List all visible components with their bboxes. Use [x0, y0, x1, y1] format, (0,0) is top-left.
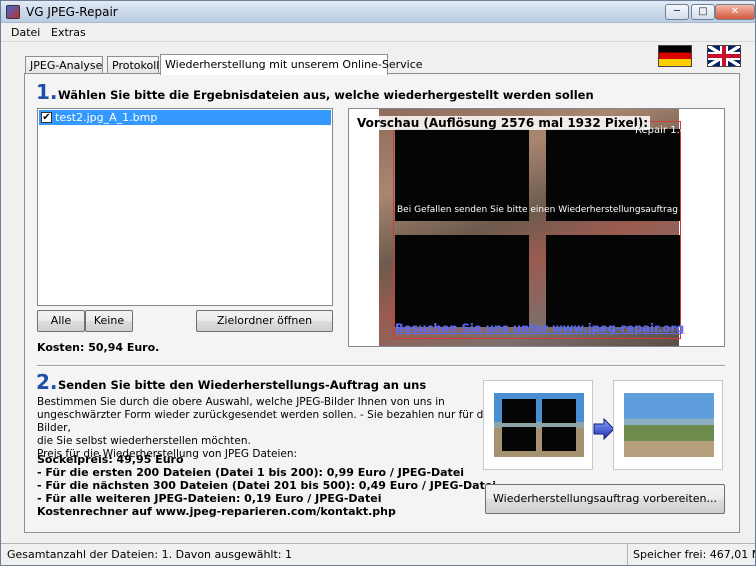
file-name: test2.jpg_A_1.bmp — [55, 111, 158, 124]
prepare-order-button[interactable]: Wiederherstellungsauftrag vorbereiten... — [485, 484, 725, 514]
app-icon — [6, 5, 20, 19]
restoration-panel: 1. Wählen Sie bitte die Ergebnisdateien … — [24, 73, 740, 533]
preview-pane: Vorschau (Auflösung 2576 mal 1932 Pixel)… — [348, 108, 725, 347]
menu-datei[interactable]: Datei — [11, 26, 40, 39]
open-target-folder-button[interactable]: Zielordner öffnen — [196, 310, 333, 332]
preview-title: Vorschau (Auflösung 2576 mal 1932 Pixel)… — [355, 116, 651, 130]
price-line: - Für alle weiteren JPEG-Dateien: 0,19 E… — [37, 492, 382, 505]
preview-frame — [393, 121, 681, 339]
tab-jpeg-analyse[interactable]: JPEG-Analyse — [25, 56, 103, 74]
title-bar[interactable]: VG JPEG-Repair ─ □ ✕ — [1, 1, 755, 23]
preview-overlay-version: Repair 1.4. — [635, 125, 690, 136]
file-checkbox[interactable]: ✔ — [41, 112, 52, 123]
uk-flag-icon[interactable] — [707, 45, 741, 67]
status-free-memory: Speicher frei: 467,01 MB — [633, 548, 756, 561]
before-thumbnail — [483, 380, 593, 470]
section-divider — [37, 365, 725, 367]
after-thumbnail — [613, 380, 723, 470]
step2-description: Bestimmen Sie durch die obere Auswahl, w… — [37, 396, 497, 461]
status-file-count: Gesamtanzahl der Dateien: 1. Davon ausge… — [1, 544, 628, 565]
maximize-button[interactable]: □ — [691, 4, 715, 20]
blacked-block — [502, 399, 536, 423]
blacked-block — [542, 399, 576, 423]
tab-wiederherstellung[interactable]: Wiederherstellung mit unserem Online-Ser… — [160, 54, 423, 75]
app-window: VG JPEG-Repair ─ □ ✕ Datei Extras JPEG-A… — [0, 0, 756, 566]
price-line: Kostenrechner auf www.jpeg-reparieren.co… — [37, 505, 396, 518]
preview-overlay-message: Bei Gefallen senden Sie bitte einen Wied… — [397, 205, 714, 215]
price-line: - Für die nächsten 300 Dateien (Datei 20… — [37, 479, 497, 492]
menu-extras[interactable]: Extras — [51, 26, 86, 39]
result-file-list[interactable]: ✔ test2.jpg_A_1.bmp — [37, 108, 333, 306]
blacked-block — [542, 427, 576, 451]
pricing-list: Sockelpreis: 49,95 Euro - Für die ersten… — [37, 453, 496, 518]
step2-heading: Senden Sie bitte den Wiederherstellungs-… — [58, 378, 427, 392]
tab-protokoll[interactable]: Protokoll — [107, 56, 159, 74]
list-item[interactable]: ✔ test2.jpg_A_1.bmp — [39, 110, 331, 125]
price-line: Sockelpreis: 49,95 Euro — [37, 453, 184, 466]
blacked-block — [502, 427, 536, 451]
price-line: - Für die ersten 200 Dateien (Datei 1 bi… — [37, 466, 465, 479]
select-none-button[interactable]: Keine — [85, 310, 133, 332]
minimize-button[interactable]: ─ — [665, 4, 689, 20]
description-line: die Sie selbst wiederherstellen möchten. — [37, 435, 251, 447]
window-title: VG JPEG-Repair — [26, 5, 118, 19]
description-line: Bestimmen Sie durch die obere Auswahl, w… — [37, 396, 445, 408]
german-flag-icon[interactable] — [658, 45, 692, 67]
step1-number: 1. — [36, 80, 58, 104]
select-all-button[interactable]: Alle — [37, 310, 85, 332]
menu-bar: Datei Extras — [1, 23, 755, 42]
step1-heading: Wählen Sie bitte die Ergebnisdateien aus… — [58, 88, 594, 102]
close-button[interactable]: ✕ — [715, 4, 755, 20]
preview-overlay-link[interactable]: Besuchen Sie uns unter www.jpeg-repair.o… — [395, 321, 684, 335]
arrow-right-icon — [593, 418, 615, 440]
description-line: ungeschwärzter Form wieder zurückgesende… — [37, 409, 493, 434]
step2-number: 2. — [36, 370, 58, 394]
status-bar: Gesamtanzahl der Dateien: 1. Davon ausge… — [1, 543, 755, 565]
cost-label: Kosten: 50,94 Euro. — [37, 341, 160, 354]
restored-photo — [624, 393, 714, 457]
